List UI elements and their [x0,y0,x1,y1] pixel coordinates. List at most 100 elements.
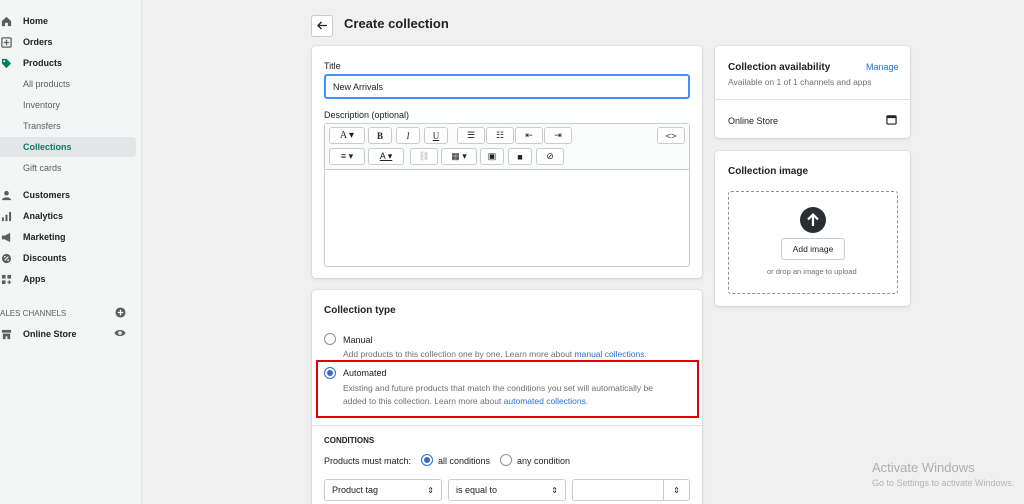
manage-link[interactable]: Manage [866,62,899,72]
drop-hint: or drop an image to upload [767,267,857,276]
description-textarea[interactable] [325,170,689,266]
nav-transfers[interactable]: Transfers [0,116,136,136]
table-icon: ▦ ▾ [451,151,467,161]
upload-arrow-icon [800,207,826,235]
stepper-icon[interactable]: ⇕ [663,480,689,500]
nav-orders[interactable]: Orders [0,32,136,52]
sidebar: Home Orders Products All products Invent… [0,0,142,504]
numbered-list-icon: ☷ [495,130,505,140]
clear-format-button[interactable]: ⊘ [536,148,564,165]
nav-home[interactable]: Home [0,11,136,31]
underline-button[interactable]: U [424,127,448,144]
windows-watermark-subtitle: Go to Settings to activate Windows. [872,478,1015,488]
nav-marketing-label: Marketing [23,232,66,242]
condition-value-input[interactable]: ⇕ [572,479,690,501]
conditions-heading: CONDITIONS [324,436,375,445]
code-icon: <> [665,130,677,141]
text-color-button[interactable]: A ▾ [368,148,404,165]
eye-icon[interactable] [114,328,126,340]
html-view-button[interactable]: <> [657,127,685,144]
text-color-icon: A ▾ [379,151,393,161]
align-left-icon: ≡ ▾ [340,151,354,161]
nav-collections[interactable]: Collections [0,137,136,157]
image-title: Collection image [728,166,809,177]
indent-button[interactable]: ⇥ [544,127,572,144]
any-condition-radio[interactable] [500,454,512,466]
availability-subtitle: Available on 1 of 1 channels and apps [728,77,872,87]
tag-icon [0,57,12,69]
collection-type-heading: Collection type [324,305,396,316]
nav-orders-label: Orders [23,37,53,47]
table-button[interactable]: ▦ ▾ [441,148,477,165]
nav-marketing[interactable]: Marketing [0,227,136,247]
align-button[interactable]: ≡ ▾ [329,148,365,165]
nav-discounts[interactable]: Discounts [0,248,136,268]
home-icon [0,15,12,27]
video-button[interactable]: ■ [508,148,532,165]
title-label: Title [324,61,341,71]
manual-help-tail: . [644,349,647,359]
nav-customers-label: Customers [23,190,71,200]
numbered-list-button[interactable]: ☷ [486,127,514,144]
page-title: Create collection [344,16,449,31]
image-icon: ▣ [487,151,497,161]
arrow-left-icon [316,21,328,32]
nav-discounts-label: Discounts [23,253,67,263]
manual-label: Manual [343,335,373,345]
condition-field-select[interactable]: Product tag ⇕ [324,479,442,501]
nav-analytics[interactable]: Analytics [0,206,136,226]
condition-operator-value: is equal to [456,485,498,495]
calendar-icon[interactable] [886,114,897,127]
manual-radio[interactable] [324,333,336,345]
availability-divider [715,99,910,100]
highlight-box [316,360,699,418]
availability-channel: Online Store [728,116,779,126]
back-button[interactable] [311,15,333,37]
nav-online-store-label: Online Store [23,329,77,339]
nav-all-products[interactable]: All products [0,74,136,94]
discount-icon [0,252,12,264]
nav-inventory[interactable]: Inventory [0,95,136,115]
link-button[interactable]: ⛓ [410,148,438,165]
select-arrows-icon: ⇕ [427,485,434,495]
all-conditions-radio[interactable] [421,454,433,466]
bullet-list-icon: ☰ [466,130,476,140]
description-editor [324,123,690,267]
nav-gift-cards[interactable]: Gift cards [0,158,136,178]
outdent-button[interactable]: ⇤ [515,127,543,144]
sales-channels-header: ALES CHANNELS [0,307,136,320]
apps-icon [0,273,12,285]
windows-watermark-title: Activate Windows [872,460,975,475]
nav-products[interactable]: Products [0,53,136,73]
italic-icon: I [406,130,410,141]
description-label: Description (optional) [324,110,410,120]
nav-online-store[interactable]: Online Store [0,324,136,344]
orders-icon [0,36,12,48]
bullet-list-button[interactable]: ☰ [457,127,485,144]
any-condition-label: any condition [517,456,571,466]
nav-apps-label: Apps [23,274,46,284]
video-icon: ■ [517,151,523,162]
must-match-label: Products must match: [324,456,412,466]
all-conditions-label: all conditions [438,456,491,466]
font-button[interactable]: A ▾ [329,127,365,144]
image-button[interactable]: ▣ [480,148,504,165]
nav-customers[interactable]: Customers [0,185,136,205]
sales-channels-label: ALES CHANNELS [0,309,67,318]
nav-apps[interactable]: Apps [0,269,136,289]
nav-products-label: Products [23,58,63,68]
bold-button[interactable]: B [368,127,392,144]
font-icon: A ▾ [339,130,355,141]
condition-operator-select[interactable]: is equal to ⇕ [448,479,566,501]
add-channel-icon[interactable] [115,307,126,320]
condition-field-value: Product tag [332,485,379,495]
title-input[interactable]: New Arrivals [324,74,690,99]
manual-help-text: Add products to this collection one by o… [343,349,575,359]
availability-title: Collection availability [728,62,831,73]
italic-button[interactable]: I [396,127,420,144]
add-image-button[interactable]: Add image [781,238,845,260]
manual-collections-link[interactable]: manual collections [575,349,645,359]
megaphone-icon [0,231,12,243]
indent-icon: ⇥ [554,130,562,140]
bold-icon: B [376,130,383,141]
